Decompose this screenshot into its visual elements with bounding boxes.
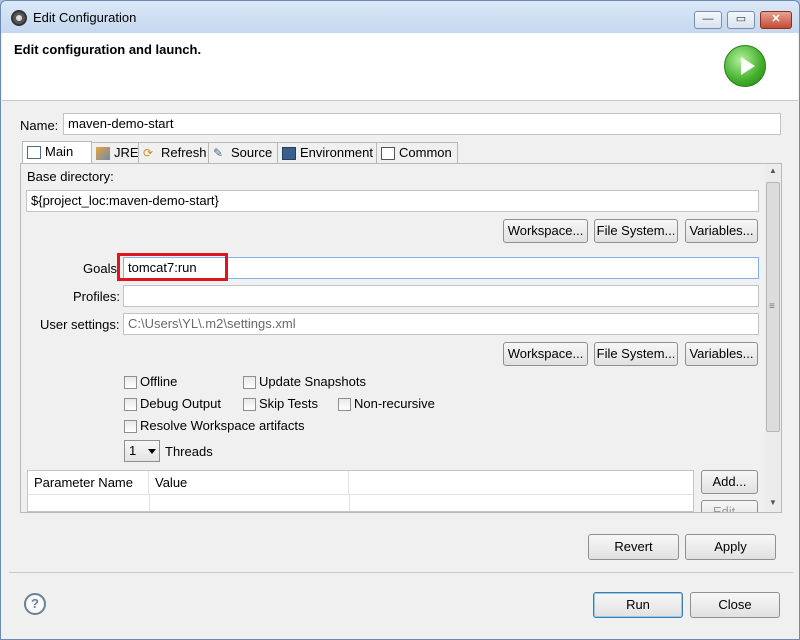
resolve-workspace-label: Resolve Workspace artifacts xyxy=(140,418,305,433)
run-button[interactable]: Run xyxy=(593,592,683,618)
update-snapshots-checkbox[interactable]: Update Snapshots xyxy=(243,374,366,389)
offline-checkbox-box xyxy=(124,376,137,389)
parameter-name-header[interactable]: Parameter Name xyxy=(28,471,149,495)
non-recursive-checkbox[interactable]: Non-recursive xyxy=(338,396,435,411)
threads-select[interactable]: 1 xyxy=(124,440,160,462)
debug-output-checkbox[interactable]: Debug Output xyxy=(124,396,221,411)
variables-button[interactable]: Variables... xyxy=(685,219,758,243)
goals-highlight-box xyxy=(117,253,228,281)
skip-tests-label: Skip Tests xyxy=(259,396,319,411)
header-title: Edit configuration and launch. xyxy=(14,42,202,57)
maximize-button[interactable]: ▭ xyxy=(727,11,755,29)
non-recursive-label: Non-recursive xyxy=(354,396,435,411)
threads-value: 1 xyxy=(129,443,137,458)
tab-refresh[interactable]: ⟳ Refresh xyxy=(138,142,209,164)
offline-label: Offline xyxy=(140,374,178,389)
source-icon: ✎ xyxy=(213,146,224,160)
base-directory-input[interactable]: ${project_loc:maven-demo-start} xyxy=(26,190,759,212)
title-bar: Edit Configuration — ▭ ✕ xyxy=(1,1,799,33)
settings-variables-button[interactable]: Variables... xyxy=(685,342,758,366)
tab-main[interactable]: Main xyxy=(22,141,92,165)
chevron-down-icon xyxy=(148,449,156,454)
skip-tests-checkbox-box xyxy=(243,398,256,411)
name-input[interactable]: maven-demo-start xyxy=(63,113,781,135)
offline-checkbox[interactable]: Offline xyxy=(124,374,177,389)
resolve-workspace-checkbox[interactable]: Resolve Workspace artifacts xyxy=(124,418,305,433)
column-divider xyxy=(149,495,150,511)
help-icon[interactable]: ? xyxy=(24,593,46,615)
edit-parameter-button[interactable]: Edit... xyxy=(701,500,758,512)
name-label: Name: xyxy=(20,118,59,133)
debug-output-checkbox-box xyxy=(124,398,137,411)
tab-main-label: Main xyxy=(45,144,74,159)
edit-configuration-dialog: Edit Configuration — ▭ ✕ Edit configurat… xyxy=(0,0,800,640)
base-directory-label: Base directory: xyxy=(27,169,114,184)
apply-button[interactable]: Apply xyxy=(685,534,776,560)
tab-environment[interactable]: Environment xyxy=(277,142,377,164)
close-button[interactable]: Close xyxy=(690,592,780,618)
tab-refresh-label: Refresh xyxy=(161,145,207,160)
settings-file-system-button[interactable]: File System... xyxy=(594,342,678,366)
file-system-button[interactable]: File System... xyxy=(594,219,678,243)
goals-label: Goals xyxy=(83,261,117,276)
update-snapshots-checkbox-box xyxy=(243,376,256,389)
main-tab-icon xyxy=(27,146,41,159)
scrollbar-grip-icon: ≡ xyxy=(769,301,775,312)
tab-common[interactable]: Common xyxy=(376,142,458,164)
value-header[interactable]: Value xyxy=(149,471,349,495)
run-launch-icon xyxy=(724,45,766,87)
refresh-icon: ⟳ xyxy=(143,146,154,160)
footer-separator xyxy=(9,572,793,573)
common-icon xyxy=(381,147,395,160)
update-snapshots-label: Update Snapshots xyxy=(259,374,366,389)
eclipse-icon xyxy=(11,10,27,26)
settings-workspace-button[interactable]: Workspace... xyxy=(503,342,588,366)
vertical-scrollbar[interactable]: ▲ ≡ ▼ xyxy=(765,164,781,512)
scroll-down-icon[interactable]: ▼ xyxy=(769,498,777,507)
column-divider xyxy=(349,495,350,511)
threads-label: Threads xyxy=(165,444,213,459)
user-settings-label: User settings: xyxy=(40,317,120,332)
skip-tests-checkbox[interactable]: Skip Tests xyxy=(243,396,318,411)
window-title: Edit Configuration xyxy=(33,10,137,25)
profiles-label: Profiles: xyxy=(73,289,120,304)
tab-source-label: Source xyxy=(231,145,273,160)
user-settings-input[interactable]: C:\Users\YL\.m2\settings.xml xyxy=(123,313,759,335)
profiles-input[interactable] xyxy=(123,285,759,307)
resolve-workspace-checkbox-box xyxy=(124,420,137,433)
dialog-header: Edit configuration and launch. xyxy=(2,33,798,101)
workspace-button[interactable]: Workspace... xyxy=(503,219,588,243)
add-parameter-button[interactable]: Add... xyxy=(701,470,758,494)
environment-icon xyxy=(282,147,296,160)
close-window-button[interactable]: ✕ xyxy=(760,11,792,29)
revert-button[interactable]: Revert xyxy=(588,534,679,560)
non-recursive-checkbox-box xyxy=(338,398,351,411)
jre-icon xyxy=(96,147,110,160)
tab-jre[interactable]: JRE xyxy=(91,142,139,164)
parameters-table: Parameter Name Value xyxy=(27,470,694,512)
scroll-up-icon[interactable]: ▲ xyxy=(769,166,777,175)
debug-output-label: Debug Output xyxy=(140,396,221,411)
tab-jre-label: JRE xyxy=(114,145,139,160)
tab-source[interactable]: ✎ Source xyxy=(208,142,278,164)
tab-environment-label: Environment xyxy=(300,145,373,160)
edit-parameter-button-clip: Edit... xyxy=(701,500,758,512)
empty-header xyxy=(349,471,693,495)
tab-common-label: Common xyxy=(399,145,452,160)
minimize-button[interactable]: — xyxy=(694,11,722,29)
